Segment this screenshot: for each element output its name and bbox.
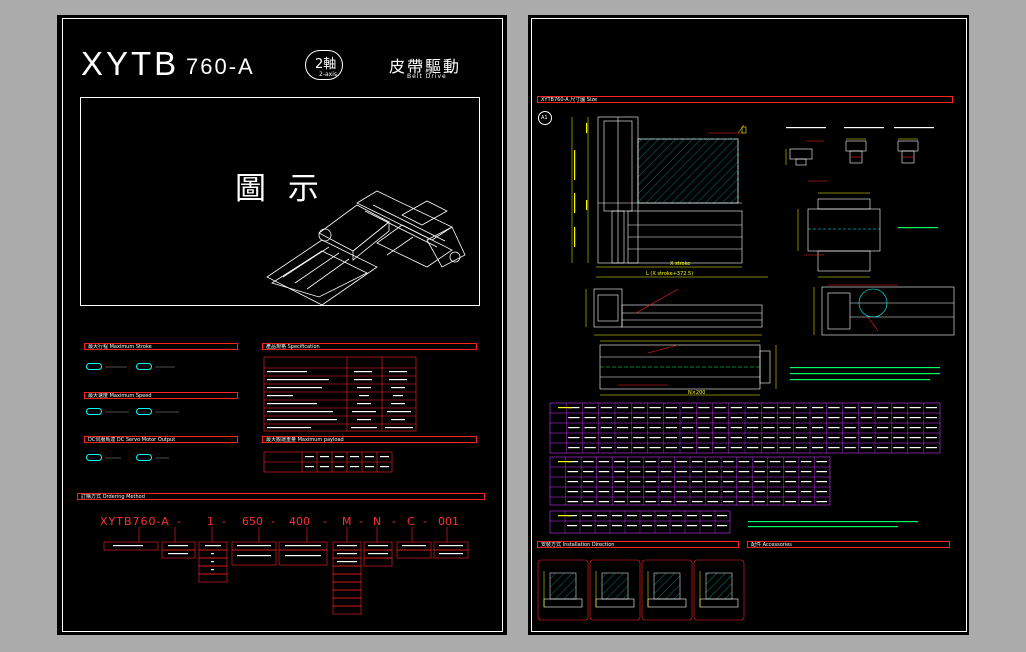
order-code-motor: M — [342, 515, 352, 528]
left-tables — [103, 356, 469, 615]
dim-x-stroke: X stroke — [670, 261, 691, 267]
order-code-cable: C — [407, 515, 415, 528]
order-code-brake: N — [373, 515, 382, 528]
header-accessories: 配件 Accessories — [747, 541, 950, 548]
header-installation: 安裝方式 Installation Direction — [537, 541, 739, 548]
left-drawing-sheet: XYTB 760-A 2軸 2-axis 皮帶驅動 Belt Drive 圖 示… — [57, 15, 507, 635]
order-code-axis: 1 — [207, 515, 214, 528]
order-code-option: 001 — [438, 515, 459, 528]
order-code-y-stroke: 400 — [289, 515, 310, 528]
order-code-model: XYTB760-A — [100, 515, 170, 528]
right-drawing-sheet: XYTB760-A 尺寸圖 Size A1 X stroke L (X stro… — [528, 15, 969, 635]
dim-n200: N×200 — [688, 390, 706, 396]
order-code-x-stroke: 650 — [242, 515, 263, 528]
dim-length-formula: L (X stroke+372.5) — [646, 271, 694, 277]
